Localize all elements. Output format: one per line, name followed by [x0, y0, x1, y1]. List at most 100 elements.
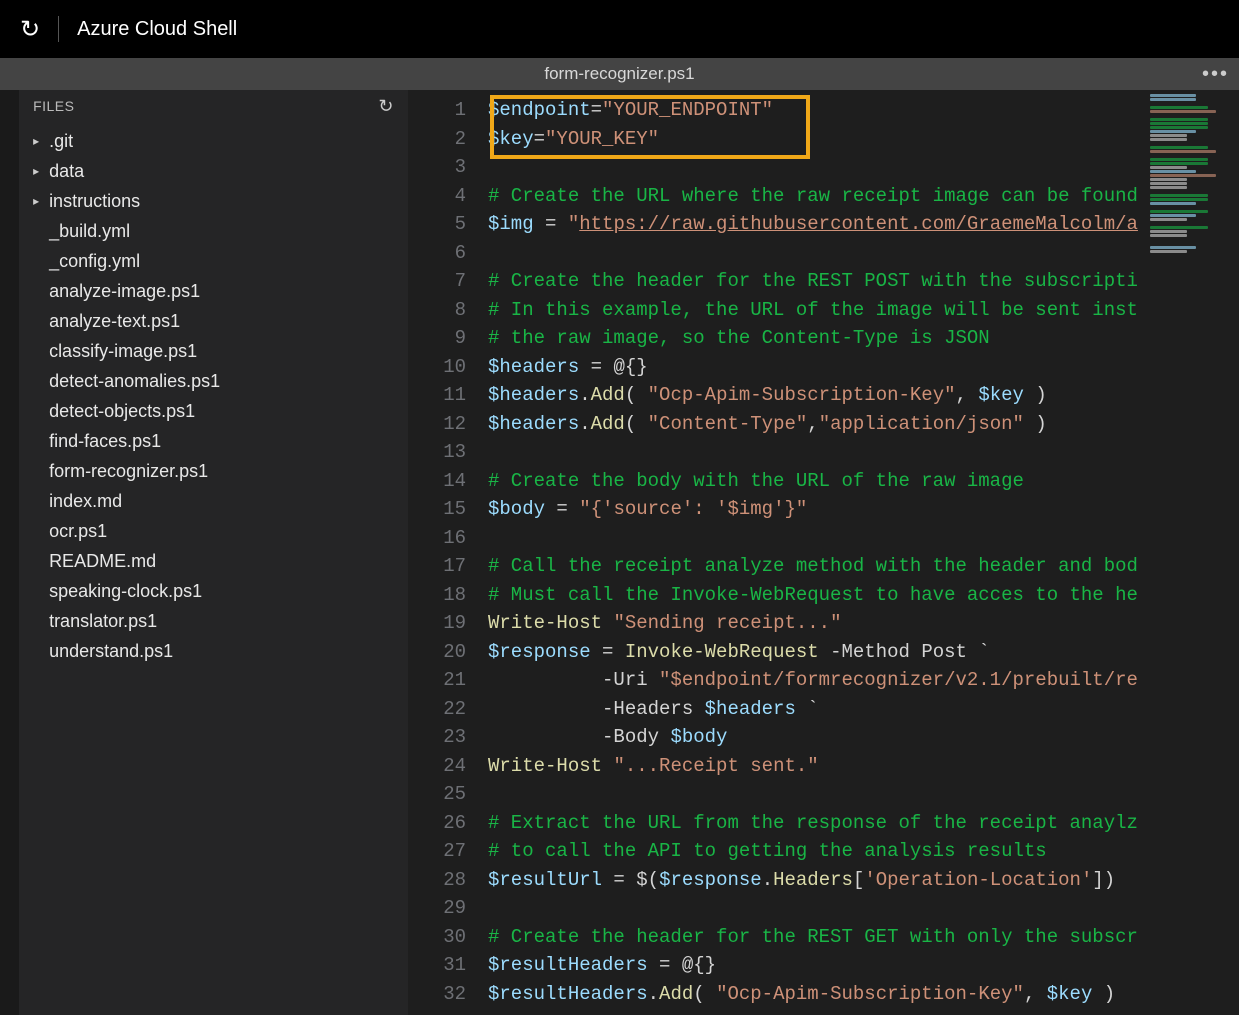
line-number: 32 — [408, 980, 466, 1009]
tab-filename[interactable]: form-recognizer.ps1 — [544, 64, 694, 84]
line-number: 23 — [408, 723, 466, 752]
line-number: 30 — [408, 923, 466, 952]
file-find-faces-ps1[interactable]: find-faces.ps1 — [19, 426, 408, 456]
line-number: 17 — [408, 552, 466, 581]
tabbar: form-recognizer.ps1 ••• — [0, 58, 1239, 90]
code-line[interactable]: -Uri "$endpoint/formrecognizer/v2.1/preb… — [488, 666, 1239, 695]
tree-item-label: detect-objects.ps1 — [49, 401, 195, 422]
code-line[interactable]: # Create the URL where the raw receipt i… — [488, 182, 1239, 211]
line-number: 14 — [408, 467, 466, 496]
tree-item-label: ocr.ps1 — [49, 521, 107, 542]
file--build-yml[interactable]: _build.yml — [19, 216, 408, 246]
file-readme-md[interactable]: README.md — [19, 546, 408, 576]
line-number: 13 — [408, 438, 466, 467]
line-number: 24 — [408, 752, 466, 781]
line-gutter: 1234567891011121314151617181920212223242… — [408, 90, 488, 1015]
folder--git[interactable]: ▸.git — [19, 126, 408, 156]
code-line[interactable]: -Headers $headers ` — [488, 695, 1239, 724]
code-line[interactable]: # Must call the Invoke-WebRequest to hav… — [488, 581, 1239, 610]
line-number: 16 — [408, 524, 466, 553]
main: FILES ↻ ▸.git▸data▸instructions _build.ym… — [0, 90, 1239, 1015]
code-line[interactable]: $resultHeaders = @{} — [488, 951, 1239, 980]
divider — [58, 16, 59, 42]
minimap[interactable] — [1144, 90, 1239, 1015]
line-number: 11 — [408, 381, 466, 410]
file-detect-objects-ps1[interactable]: detect-objects.ps1 — [19, 396, 408, 426]
code-line[interactable] — [488, 438, 1239, 467]
folder-instructions[interactable]: ▸instructions — [19, 186, 408, 216]
code-line[interactable]: $resultHeaders.Add( "Ocp-Apim-Subscripti… — [488, 980, 1239, 1009]
line-number: 9 — [408, 324, 466, 353]
tree-item-label: analyze-image.ps1 — [49, 281, 200, 302]
tree-item-label: speaking-clock.ps1 — [49, 581, 202, 602]
code-line[interactable]: # In this example, the URL of the image … — [488, 296, 1239, 325]
line-number: 3 — [408, 153, 466, 182]
code-line[interactable]: $img = "https://raw.githubusercontent.co… — [488, 210, 1239, 239]
code-line[interactable]: -Body $body — [488, 723, 1239, 752]
line-number: 1 — [408, 96, 466, 125]
code-line[interactable]: Write-Host "Sending receipt..." — [488, 609, 1239, 638]
code-line[interactable]: # Create the header for the REST POST wi… — [488, 267, 1239, 296]
code-line[interactable]: $headers.Add( "Ocp-Apim-Subscription-Key… — [488, 381, 1239, 410]
line-number: 12 — [408, 410, 466, 439]
line-number: 29 — [408, 894, 466, 923]
code-line[interactable]: $headers = @{} — [488, 353, 1239, 382]
reload-icon[interactable]: ↻ — [20, 15, 40, 44]
code-area[interactable]: $endpoint="YOUR_ENDPOINT"$key="YOUR_KEY"… — [488, 90, 1239, 1015]
tree-item-label: detect-anomalies.ps1 — [49, 371, 220, 392]
folder-data[interactable]: ▸data — [19, 156, 408, 186]
file-ocr-ps1[interactable]: ocr.ps1 — [19, 516, 408, 546]
tree-item-label: _config.yml — [49, 251, 140, 272]
app-title: Azure Cloud Shell — [77, 18, 237, 41]
file-translator-ps1[interactable]: translator.ps1 — [19, 606, 408, 636]
line-number: 19 — [408, 609, 466, 638]
line-number: 21 — [408, 666, 466, 695]
chevron-right-icon: ▸ — [33, 134, 43, 148]
files-header: FILES ↻ — [19, 90, 408, 122]
code-line[interactable]: # to call the API to getting the analysi… — [488, 837, 1239, 866]
file-analyze-image-ps1[interactable]: analyze-image.ps1 — [19, 276, 408, 306]
code-line[interactable] — [488, 239, 1239, 268]
file--config-yml[interactable]: _config.yml — [19, 246, 408, 276]
file-form-recognizer-ps1[interactable]: form-recognizer.ps1 — [19, 456, 408, 486]
line-number: 27 — [408, 837, 466, 866]
file-analyze-text-ps1[interactable]: analyze-text.ps1 — [19, 306, 408, 336]
tree-item-label: _build.yml — [49, 221, 130, 242]
more-icon[interactable]: ••• — [1202, 63, 1229, 86]
code-line[interactable]: $resultUrl = $($response.Headers['Operat… — [488, 866, 1239, 895]
code-line[interactable] — [488, 524, 1239, 553]
code-line[interactable]: # the raw image, so the Content-Type is … — [488, 324, 1239, 353]
files-label: FILES — [33, 98, 74, 114]
line-number: 5 — [408, 210, 466, 239]
tree-item-label: analyze-text.ps1 — [49, 311, 180, 332]
code-line[interactable]: # Extract the URL from the response of t… — [488, 809, 1239, 838]
activity-bar — [0, 90, 19, 1015]
file-index-md[interactable]: index.md — [19, 486, 408, 516]
refresh-icon[interactable]: ↻ — [378, 96, 394, 117]
code-line[interactable] — [488, 153, 1239, 182]
file-detect-anomalies-ps1[interactable]: detect-anomalies.ps1 — [19, 366, 408, 396]
tree-item-label: find-faces.ps1 — [49, 431, 161, 452]
tree-item-label: translator.ps1 — [49, 611, 157, 632]
code-line[interactable] — [488, 780, 1239, 809]
code-line[interactable]: $key="YOUR_KEY" — [488, 125, 1239, 154]
code-line[interactable]: $response = Invoke-WebRequest -Method Po… — [488, 638, 1239, 667]
code-line[interactable]: # Create the header for the REST GET wit… — [488, 923, 1239, 952]
code-line[interactable]: $endpoint="YOUR_ENDPOINT" — [488, 96, 1239, 125]
code-line[interactable]: $headers.Add( "Content-Type","applicatio… — [488, 410, 1239, 439]
file-classify-image-ps1[interactable]: classify-image.ps1 — [19, 336, 408, 366]
file-speaking-clock-ps1[interactable]: speaking-clock.ps1 — [19, 576, 408, 606]
line-number: 6 — [408, 239, 466, 268]
line-number: 15 — [408, 495, 466, 524]
code-line[interactable]: Write-Host "...Receipt sent." — [488, 752, 1239, 781]
line-number: 31 — [408, 951, 466, 980]
code-line[interactable]: $body = "{'source': '$img'}" — [488, 495, 1239, 524]
chevron-right-icon: ▸ — [33, 194, 43, 208]
code-line[interactable]: # Create the body with the URL of the ra… — [488, 467, 1239, 496]
code-line[interactable]: # Call the receipt analyze method with t… — [488, 552, 1239, 581]
file-explorer: FILES ↻ ▸.git▸data▸instructions _build.ym… — [19, 90, 408, 1015]
line-number: 8 — [408, 296, 466, 325]
code-editor[interactable]: 1234567891011121314151617181920212223242… — [408, 90, 1239, 1015]
code-line[interactable] — [488, 894, 1239, 923]
file-understand-ps1[interactable]: understand.ps1 — [19, 636, 408, 666]
